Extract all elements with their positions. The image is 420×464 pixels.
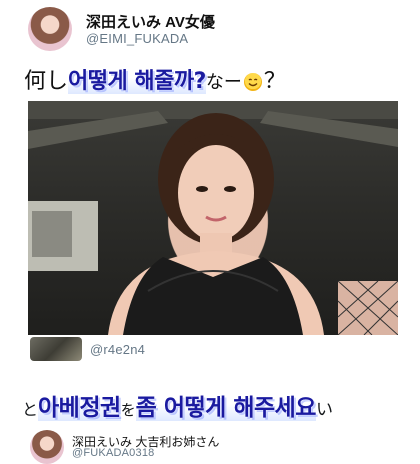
avatar[interactable] <box>28 7 72 51</box>
reply-text: と아베정권を좀 어떻게 해주세요い <box>22 388 333 422</box>
reply-translation-overlay-2: 좀 어떻게 해주세요 <box>135 395 316 421</box>
reply-avatar[interactable] <box>30 337 82 361</box>
tweet-text-end: ？ <box>263 69 286 94</box>
reply-text-mid: を <box>120 401 136 419</box>
reply2-handle[interactable]: @FUKADA0318 <box>72 447 154 459</box>
reply-text-pre: と <box>22 400 39 419</box>
photo-scene <box>28 101 398 335</box>
reply-translation-overlay-1: 아베정권 <box>38 395 121 421</box>
reply-handle[interactable]: @r4e2n4 <box>90 342 145 357</box>
tweet-text-pre: 何し <box>24 69 69 94</box>
translation-overlay: 어떻게 해줄까? <box>68 69 206 94</box>
tweet-text-post: なー <box>205 72 242 93</box>
smile-emoji-icon <box>243 73 262 91</box>
user-handle[interactable]: @EIMI_FUKADA <box>86 31 188 46</box>
tweet-photo[interactable] <box>28 101 398 335</box>
display-name[interactable]: 深田えいみ AV女優 <box>86 11 215 32</box>
reply-text-post: い <box>315 400 333 420</box>
tweet-text: 何し어떻게 해줄까?なー ？ <box>24 63 286 95</box>
